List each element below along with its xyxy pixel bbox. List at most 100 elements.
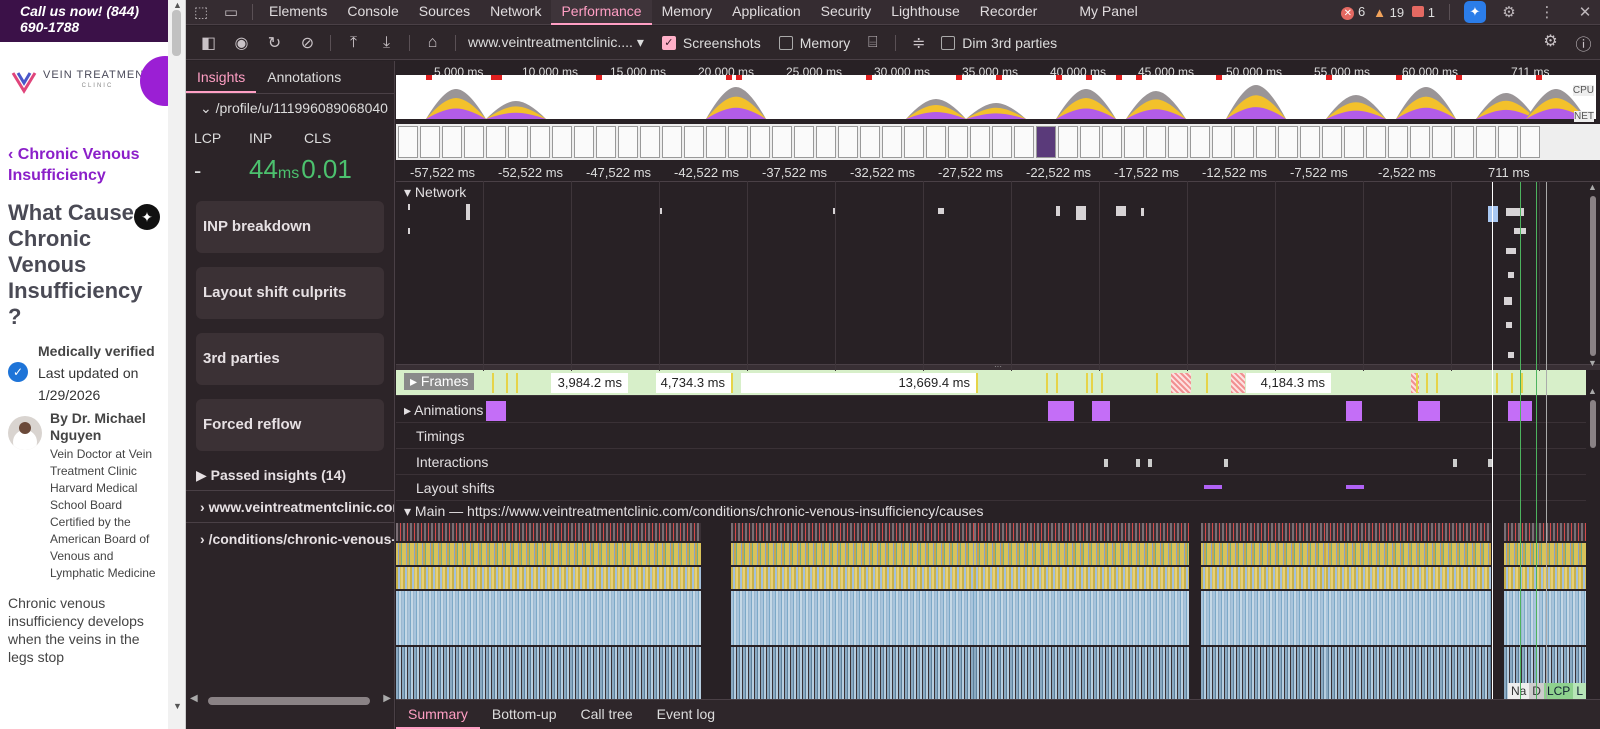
animations-track[interactable]: ▸ Animations bbox=[396, 397, 1586, 423]
screenshot-thumbnail[interactable] bbox=[1124, 126, 1144, 158]
screenshot-thumbnail[interactable] bbox=[1388, 126, 1408, 158]
animation-block[interactable] bbox=[1346, 401, 1362, 421]
passed-insights-toggle[interactable]: ▶ Passed insights (14) bbox=[186, 451, 394, 484]
network-request-bar[interactable] bbox=[1488, 206, 1498, 222]
network-request-bar[interactable] bbox=[1506, 248, 1516, 254]
home-icon[interactable]: ⌂ bbox=[416, 34, 449, 52]
tab-insights[interactable]: Insights bbox=[186, 61, 257, 93]
screenshot-thumbnail[interactable] bbox=[398, 126, 418, 158]
tab-elements[interactable]: Elements bbox=[259, 0, 337, 25]
screenshot-thumbnail[interactable] bbox=[750, 126, 770, 158]
interactions-track-label[interactable]: Interactions bbox=[416, 454, 488, 470]
frame-duration-label[interactable]: 4,184.3 ms bbox=[1246, 373, 1331, 393]
screenshot-thumbnail[interactable] bbox=[860, 126, 880, 158]
dropped-frame[interactable] bbox=[1231, 373, 1245, 393]
scroll-thumb[interactable] bbox=[172, 10, 181, 56]
task-block[interactable] bbox=[1201, 543, 1341, 565]
screenshot-thumbnail[interactable] bbox=[1476, 126, 1496, 158]
help-icon[interactable]: ⓘ bbox=[1567, 31, 1600, 55]
network-request-bar[interactable] bbox=[1056, 206, 1060, 216]
task-block[interactable] bbox=[974, 591, 1189, 645]
screenshot-thumbnail[interactable] bbox=[662, 126, 682, 158]
tab-lighthouse[interactable]: Lighthouse bbox=[881, 0, 970, 25]
tab-console[interactable]: Console bbox=[337, 0, 408, 25]
network-request-bar[interactable] bbox=[1504, 297, 1512, 305]
screenshot-thumbnail[interactable] bbox=[464, 126, 484, 158]
screenshot-thumbnail[interactable] bbox=[1190, 126, 1210, 158]
tab-sources[interactable]: Sources bbox=[409, 0, 480, 25]
dropped-frame[interactable] bbox=[1171, 373, 1191, 393]
close-devtools-icon[interactable]: ✕ bbox=[1570, 3, 1600, 21]
scroll-up-icon[interactable]: ▲ bbox=[1588, 386, 1597, 396]
scroll-down-icon[interactable]: ▼ bbox=[173, 701, 182, 711]
interaction-marker[interactable] bbox=[1104, 459, 1108, 467]
trace-item-path[interactable]: › /conditions/chronic-venous-insufficien… bbox=[186, 522, 394, 554]
flame-chart-row[interactable] bbox=[396, 567, 1586, 589]
sidebar-toggle-icon[interactable]: ◧ bbox=[192, 33, 225, 53]
animation-block[interactable] bbox=[1048, 401, 1074, 421]
inspect-element-icon[interactable]: ⬚ bbox=[186, 3, 216, 21]
screenshot-thumbnail[interactable] bbox=[1278, 126, 1298, 158]
task-block[interactable] bbox=[1504, 543, 1586, 565]
interaction-marker[interactable] bbox=[1453, 459, 1457, 467]
layout-shift-marker[interactable] bbox=[1204, 485, 1222, 489]
partial-frame[interactable] bbox=[1436, 373, 1438, 393]
screenshot-thumbnail[interactable] bbox=[1366, 126, 1386, 158]
marker-load[interactable]: L bbox=[1573, 683, 1586, 699]
network-request-bar[interactable] bbox=[1508, 272, 1514, 278]
screenshot-thumbnail[interactable] bbox=[1146, 126, 1166, 158]
partial-frame[interactable] bbox=[1156, 373, 1158, 393]
task-block[interactable] bbox=[396, 567, 701, 589]
screenshot-thumbnail[interactable] bbox=[574, 126, 594, 158]
partial-frame[interactable] bbox=[516, 373, 518, 393]
scroll-up-icon[interactable]: ▲ bbox=[173, 0, 182, 10]
screenshot-thumbnail[interactable] bbox=[1498, 126, 1518, 158]
partial-frame[interactable] bbox=[1206, 373, 1208, 393]
timings-track-label[interactable]: Timings bbox=[416, 428, 465, 444]
more-menu-icon[interactable]: ⋮ bbox=[1532, 3, 1562, 21]
partial-frame[interactable] bbox=[1101, 373, 1103, 393]
screenshot-thumbnail[interactable] bbox=[596, 126, 616, 158]
task-block[interactable] bbox=[974, 647, 1189, 699]
timeline[interactable]: 5.000 ms 10.000 ms 15.000 ms 20.000 ms 25.00… bbox=[396, 61, 1600, 699]
partial-frame[interactable] bbox=[1511, 373, 1513, 393]
screenshot-thumbnail[interactable] bbox=[816, 126, 836, 158]
tab-annotations[interactable]: Annotations bbox=[256, 61, 352, 93]
partial-frame[interactable] bbox=[492, 373, 494, 393]
task-block[interactable] bbox=[396, 543, 701, 565]
screenshot-thumbnail[interactable] bbox=[552, 126, 572, 158]
screenshot-thumbnail[interactable] bbox=[728, 126, 748, 158]
task-block[interactable] bbox=[1201, 523, 1341, 541]
garbage-collect-icon[interactable]: ⌸ bbox=[856, 34, 889, 52]
inp-value[interactable]: 44 bbox=[249, 154, 278, 185]
layout-shift-marker[interactable] bbox=[1346, 485, 1364, 489]
screenshot-thumbnail[interactable] bbox=[1454, 126, 1474, 158]
network-request-bar[interactable] bbox=[1508, 352, 1514, 358]
partial-frame[interactable] bbox=[976, 373, 978, 393]
task-block[interactable] bbox=[1326, 647, 1491, 699]
tab-call-tree[interactable]: Call tree bbox=[569, 700, 645, 729]
tab-bottom-up[interactable]: Bottom-up bbox=[480, 700, 569, 729]
task-block[interactable] bbox=[1504, 523, 1586, 541]
screenshot-thumbnail[interactable] bbox=[1432, 126, 1452, 158]
partial-frame[interactable] bbox=[1416, 373, 1418, 393]
sidebar-horizontal-scrollbar[interactable]: ◀ ▶ bbox=[186, 693, 395, 709]
marker-nav[interactable]: Na bbox=[1507, 683, 1530, 699]
partial-frame[interactable] bbox=[1086, 373, 1088, 393]
screenshot-thumbnail[interactable] bbox=[1102, 126, 1122, 158]
screenshot-thumbnail[interactable] bbox=[882, 126, 902, 158]
marker-lcp[interactable]: LCP bbox=[1543, 683, 1574, 699]
partial-frame[interactable] bbox=[1046, 373, 1048, 393]
partial-frame[interactable] bbox=[1056, 373, 1058, 393]
screenshot-thumbnail[interactable] bbox=[794, 126, 814, 158]
screenshot-thumbnail[interactable] bbox=[618, 126, 638, 158]
screenshot-thumbnail[interactable] bbox=[1058, 126, 1078, 158]
capture-settings-gear-icon[interactable]: ⚙ bbox=[1534, 31, 1567, 55]
interaction-marker[interactable] bbox=[1148, 459, 1152, 467]
layout-shifts-track[interactable]: Layout shifts bbox=[396, 475, 1586, 501]
scroll-right-icon[interactable]: ▶ bbox=[383, 693, 391, 704]
network-request-bar[interactable] bbox=[1506, 322, 1512, 328]
screenshot-thumbnail[interactable] bbox=[530, 126, 550, 158]
frames-track-label[interactable]: ▸ Frames bbox=[404, 373, 475, 390]
task-block[interactable] bbox=[1504, 567, 1586, 589]
